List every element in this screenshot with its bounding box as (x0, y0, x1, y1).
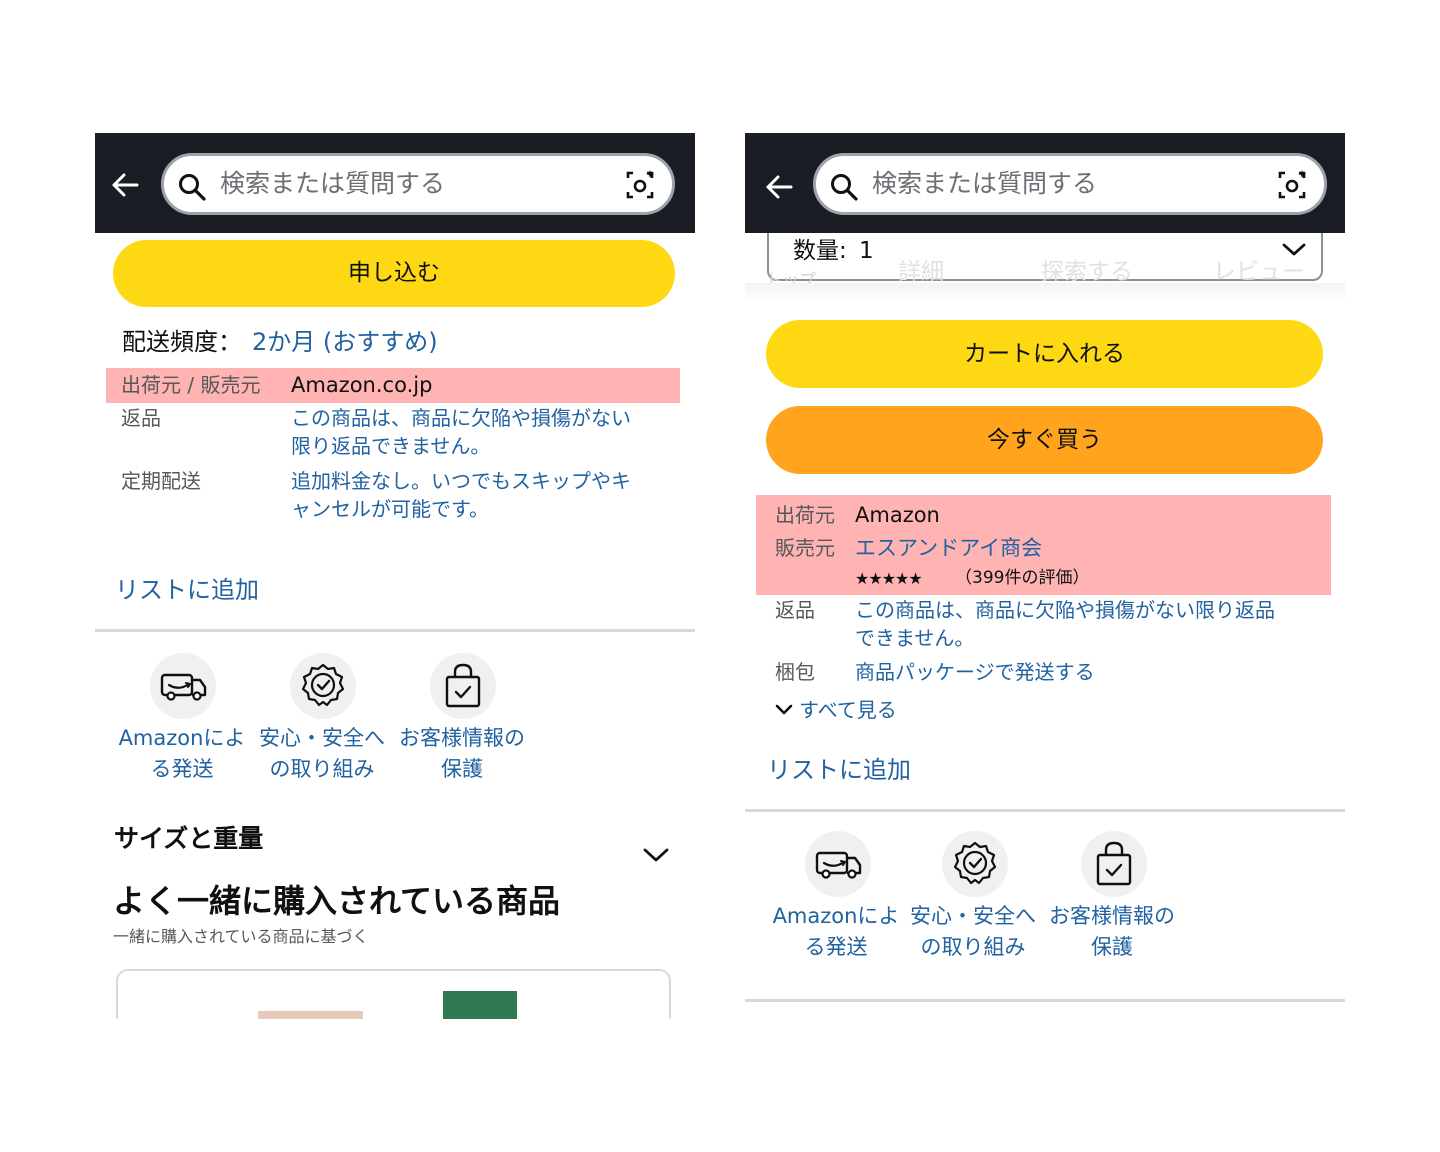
top-bar: 検索または質問する (95, 133, 695, 233)
subscription-value-line: 追加料金なし。いつでもスキップやキ (291, 469, 631, 493)
delivery-van-icon (815, 851, 862, 879)
trust-label-line: る発送 (150, 757, 214, 781)
trust-item-safety[interactable] (290, 653, 356, 719)
search-input[interactable]: 検索または質問する (813, 153, 1327, 215)
frequently-bought-title: よく一緒に購入されている商品 (113, 882, 561, 920)
seller-label: 出荷元 / 販売元 (121, 373, 261, 397)
search-placeholder: 検索または質問する (872, 169, 1098, 198)
trust-label-line: の取り組み (269, 757, 375, 781)
subscription-value[interactable]: 追加料金なし。いつでもスキップやキ ャンセルが可能です。 (291, 467, 631, 523)
camera-scan-icon[interactable] (624, 169, 656, 201)
packaging-value[interactable]: 商品パッケージで発送する (855, 658, 1095, 686)
packaging-label: 梱包 (775, 660, 815, 684)
buy-now-button[interactable]: 今すぐ買う (766, 406, 1323, 474)
search-icon (831, 174, 858, 201)
returns-label: 返品 (775, 598, 815, 622)
frequently-bought-subtitle: 一緒に購入されている商品に基づく (113, 927, 369, 946)
returns-value-line: 限り返品できません。 (291, 434, 491, 458)
trust-item-delivery[interactable] (805, 831, 871, 897)
returns-value-line: この商品は、商品に欠陥や損傷がない (291, 406, 631, 430)
verified-badge-icon (301, 663, 345, 707)
shipper-label: 出荷元 (775, 503, 835, 527)
trust-label-line: 保護 (441, 757, 483, 781)
chevron-down-icon[interactable] (642, 845, 670, 865)
quantity-value: 1 (859, 238, 874, 264)
chevron-down-icon[interactable] (775, 703, 793, 717)
trust-label-line: お客様情報の (399, 726, 525, 750)
subscription-label: 定期配送 (121, 469, 201, 493)
shipper-value: Amazon (855, 503, 940, 527)
camera-scan-icon[interactable] (1276, 169, 1308, 201)
right-screen: 検索または質問する 数量: 1 トップ 詳細 探索する レビュー カートに入れる… (745, 133, 1345, 1019)
back-arrow-icon[interactable] (763, 171, 795, 203)
seller-label: 販売元 (775, 536, 835, 560)
back-arrow-icon[interactable] (109, 169, 141, 201)
ratings-count[interactable]: （399件の評価） (955, 565, 1089, 591)
add-to-list-link[interactable]: リストに追加 (115, 573, 259, 607)
delivery-van-icon (160, 673, 207, 701)
search-input[interactable]: 検索または質問する (161, 153, 675, 215)
trust-item-safety[interactable] (942, 831, 1008, 897)
see-all-link[interactable]: すべて見る (799, 696, 897, 724)
size-weight-heading[interactable]: サイズと重量 (114, 821, 263, 857)
delivery-frequency-value[interactable]: 2か月 (おすすめ) (252, 325, 438, 359)
trust-label-privacy[interactable]: お客様情報の 保護 (1042, 901, 1182, 963)
shopping-bag-check-icon (445, 663, 481, 708)
delivery-frequency-label: 配送頻度： (122, 328, 242, 356)
subscribe-button[interactable]: 申し込む (113, 240, 675, 307)
search-placeholder: 検索または質問する (220, 169, 446, 198)
returns-value[interactable]: この商品は、商品に欠陥や損傷がない限り返品 できません。 (855, 596, 1275, 652)
tabs-shadow (745, 283, 1345, 303)
returns-value[interactable]: この商品は、商品に欠陥や損傷がない 限り返品できません。 (291, 404, 631, 460)
add-to-cart-button[interactable]: カートに入れる (766, 320, 1323, 388)
trust-label-safety[interactable]: 安心・安全へ の取り組み (903, 901, 1043, 963)
trust-item-privacy[interactable] (430, 653, 496, 719)
divider (745, 999, 1345, 1002)
trust-label-privacy[interactable]: お客様情報の 保護 (392, 723, 532, 785)
seller-value[interactable]: エスアンドアイ商会 (855, 533, 1042, 563)
trust-label-line: る発送 (804, 935, 868, 959)
trust-label-delivery[interactable]: Amazonによ る発送 (766, 901, 906, 963)
shopping-bag-check-icon (1096, 841, 1132, 886)
returns-value-line: できません。 (855, 626, 975, 650)
trust-label-line: 安心・安全へ (259, 726, 385, 750)
trust-label-line: の取り組み (920, 935, 1026, 959)
verified-badge-icon (953, 841, 997, 885)
quantity-label: 数量: (793, 238, 847, 264)
product-image[interactable] (258, 1011, 363, 1019)
divider (745, 809, 1345, 812)
returns-value-line: この商品は、商品に欠陥や損傷がない限り返品 (855, 598, 1275, 622)
bundle-card[interactable] (116, 969, 671, 1019)
subscription-value-line: ャンセルが可能です。 (291, 497, 489, 521)
trust-label-line: Amazonによ (772, 904, 900, 928)
trust-label-line: お客様情報の (1049, 904, 1175, 928)
trust-label-line: 安心・安全へ (910, 904, 1036, 928)
trust-label-safety[interactable]: 安心・安全へ の取り組み (252, 723, 392, 785)
trust-item-privacy[interactable] (1081, 831, 1147, 897)
search-icon (179, 174, 206, 201)
trust-item-delivery[interactable] (150, 653, 216, 719)
trust-label-delivery[interactable]: Amazonによ る発送 (112, 723, 252, 785)
trust-label-line: 保護 (1091, 935, 1133, 959)
trust-label-line: Amazonによ (118, 726, 246, 750)
seller-value: Amazon.co.jp (291, 373, 433, 397)
product-image[interactable] (443, 991, 517, 1019)
divider (95, 629, 695, 632)
top-bar: 検索または質問する (745, 133, 1345, 233)
left-screen: 検索または質問する 申し込む 配送頻度： 2か月 (おすすめ) 出荷元 / 販売… (95, 133, 695, 1019)
returns-label: 返品 (121, 406, 161, 430)
star-rating: ★★★★★ (855, 569, 923, 588)
add-to-list-link[interactable]: リストに追加 (767, 753, 911, 787)
